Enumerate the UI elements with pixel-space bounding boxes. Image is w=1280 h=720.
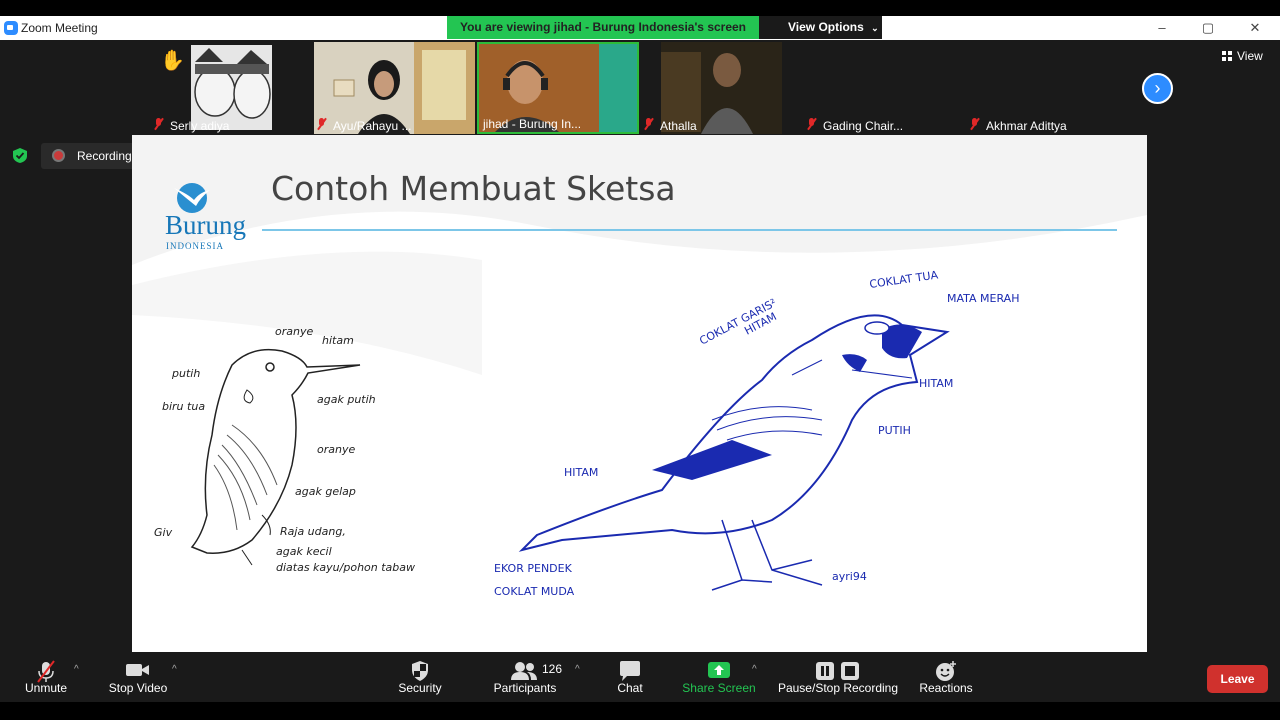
kingfisher-sketch: oranye hitam putih biru tua agak putih o… [154,325,415,574]
share-screen-label: Share Screen [682,681,756,695]
chat-button[interactable]: Chat [606,652,654,702]
logo-subtitle: INDONESIA [166,241,224,251]
participants-count: 126 [542,662,563,676]
video-options-caret-icon[interactable]: ^ [172,664,177,675]
participant-name: Serly adiya [170,119,230,133]
label-agak-putih: agak putih [317,393,376,406]
participant-tile-active-speaker[interactable]: jihad - Burung In... [477,42,639,134]
audio-options-caret-icon[interactable]: ^ [74,664,79,675]
chevron-down-icon: ⌄ [871,23,879,33]
participants-button[interactable]: 126 Participants [488,652,562,702]
leave-button[interactable]: Leave [1207,665,1268,693]
meeting-toolbar: Unmute ^ Stop Video ^ Security 126 Parti… [0,652,1280,702]
label-putih: PUTIH [878,424,911,437]
video-camera-icon [126,664,149,676]
pause-stop-recording-label: Pause/Stop Recording [777,681,899,695]
label-biru-tua: biru tua [162,400,205,413]
view-button[interactable]: View [1222,49,1263,63]
note-raja-udang: Raja udang, [280,525,346,538]
label-agak-gelap: agak gelap [295,485,356,498]
grid-view-icon [1222,51,1232,61]
participant-tile[interactable]: Ayu/Rahayu ... [314,42,475,134]
zoom-app-icon [4,21,18,35]
reactions-smiley-icon [936,661,956,681]
view-options-label: View Options [788,20,864,34]
note-diatas-kayu: diatas kayu/pohon tabaw [276,561,415,574]
bird-logo-icon [174,183,210,213]
label-hitam-throat: HITAM [919,377,953,390]
security-label: Security [398,681,442,695]
participant-name: Athalla [660,119,697,133]
pause-stop-recording-icon [816,662,859,680]
unmute-label: Unmute [24,681,68,695]
label-hitam-wing: HITAM [564,466,598,479]
participant-name: Akhmar Adittya [986,119,1067,133]
label-oranye: oranye [317,443,355,456]
logo-wordmark: Burung [165,210,246,240]
chevron-right-icon[interactable]: › [1142,73,1173,104]
label-putih: putih [171,367,200,380]
slide-title: Contoh Membuat Sketsa [271,169,676,208]
bird-sketch: COKLAT GARIS² HITAM COKLAT TUA MATA MERA… [494,268,1019,598]
stop-video-label: Stop Video [108,681,168,695]
top-black-bar [0,0,1280,16]
window-title: Zoom Meeting [21,21,98,35]
share-banner: You are viewing jihad - Burung Indonesia… [447,16,759,39]
participants-options-caret-icon[interactable]: ^ [575,664,580,675]
participant-name: Ayu/Rahayu ... [333,119,412,133]
close-button[interactable]: ✕ [1240,19,1270,37]
chat-bubble-icon [620,661,640,681]
participants-label: Participants [493,681,557,695]
recording-dot-icon [52,149,65,162]
title-divider [262,229,1117,231]
label-ekor-pendek: EKOR PENDEK [494,562,573,575]
chat-label: Chat [617,681,643,695]
label-mata-merah: MATA MERAH [947,292,1019,305]
reactions-label: Reactions [919,681,973,695]
share-screen-icon [708,662,730,678]
burung-indonesia-logo: Burung INDONESIA [160,180,250,251]
pause-stop-recording-button[interactable]: Pause/Stop Recording [772,652,904,702]
minimize-button[interactable]: – [1147,19,1177,37]
label-giv: Giv [154,526,173,539]
artist-signature: ayri94 [832,570,867,583]
reactions-button[interactable]: Reactions [914,652,978,702]
unmute-button[interactable]: Unmute [16,652,76,702]
participant-tile[interactable]: Gading Chair... [804,42,965,134]
security-shield-icon [412,661,428,681]
bottom-black-bar [0,702,1280,720]
label-hitam: hitam [322,334,354,347]
raised-hand-icon: ✋ [160,50,185,72]
label-oranye-top: oranye [275,325,313,338]
label-coklat-muda: COKLAT MUDA [494,585,575,598]
security-button[interactable]: Security [390,652,450,702]
share-options-caret-icon[interactable]: ^ [752,664,757,675]
view-options-button[interactable]: View Options ⌄ [759,16,882,39]
participant-name: Gading Chair... [823,119,904,133]
share-screen-button[interactable]: Share Screen [680,652,758,702]
view-label: View [1237,49,1263,63]
participant-tile[interactable]: Akhmar Adittya [967,42,1128,134]
stop-video-button[interactable]: Stop Video [104,652,172,702]
label-coklat-tua: COKLAT TUA [869,268,940,291]
participant-tile[interactable]: Athalla [641,42,802,134]
participant-name: jihad - Burung In... [483,117,582,131]
restore-button[interactable]: ▢ [1193,19,1223,37]
participants-icon [511,662,537,680]
encryption-shield-icon[interactable] [13,148,27,163]
shared-screen-slide: Burung INDONESIA Contoh Membuat Sketsa o… [132,135,1147,653]
note-agak-kecil: agak kecil [276,545,332,558]
